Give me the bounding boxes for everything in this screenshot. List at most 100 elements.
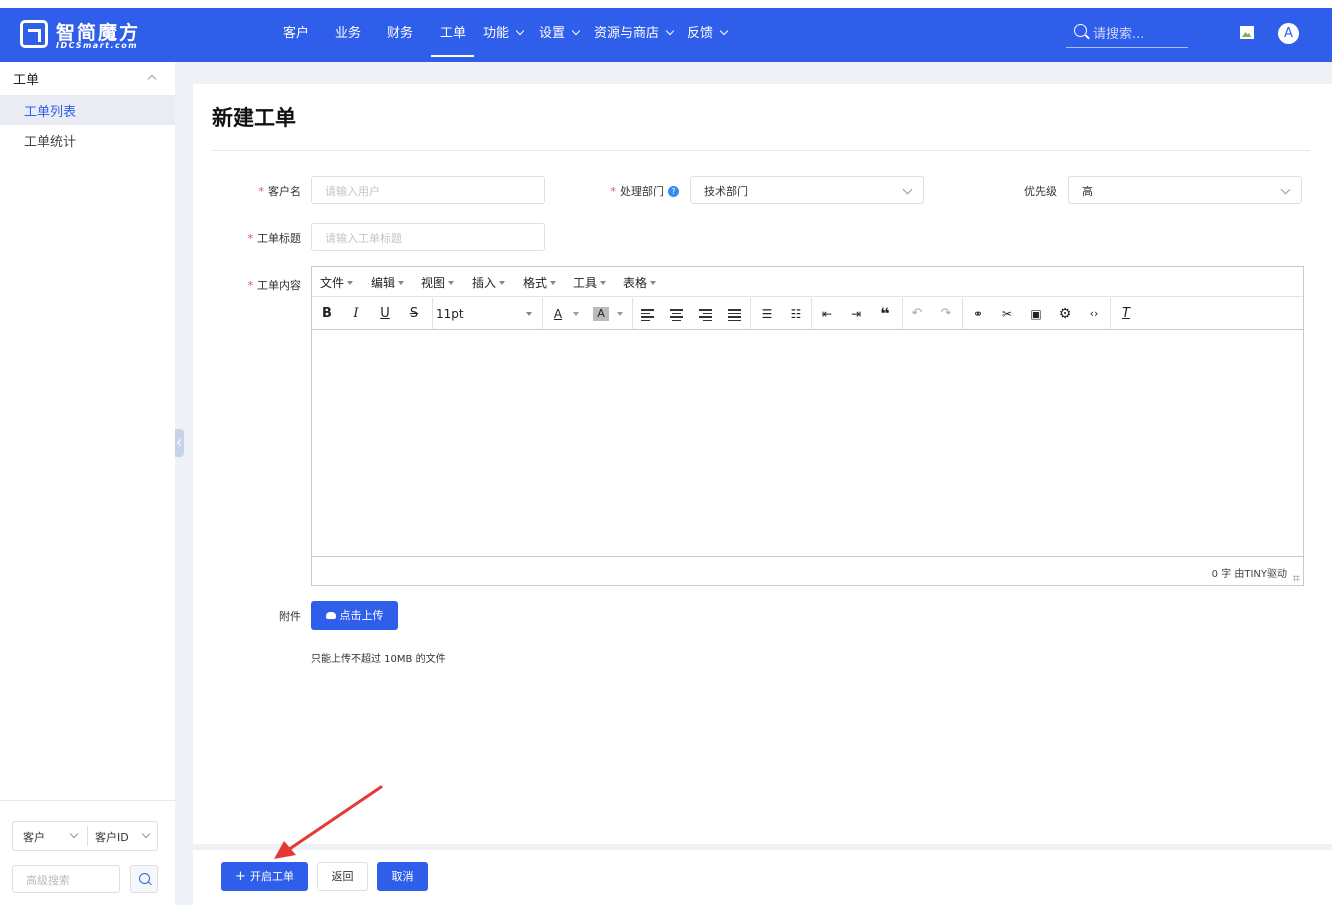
chevron-up-icon: [147, 74, 157, 84]
search-icon: [139, 873, 150, 884]
priority-value: 高: [1082, 185, 1093, 198]
rich-text-editor[interactable]: 文件 编辑 视图 插入 格式 工具 表格 B I U S 11pt A A ☰ …: [311, 266, 1304, 586]
chevron-down-icon[interactable]: [573, 312, 579, 316]
strikethrough-icon[interactable]: S: [405, 302, 423, 326]
editor-toolbar: B I U S 11pt A A ☰ ☷ ⇤ ⇥ ❝ ↶ ↷ ⚭ ✂ ▣ ⚙ ‹…: [312, 298, 1303, 330]
align-left-icon[interactable]: [641, 309, 654, 323]
form-actions: + 开启工单 返回 取消: [193, 850, 1332, 905]
top-navbar: 智简魔方 IDCSmart.com 客户 业务 财务 工单 功能 设置 资源与商…: [0, 8, 1332, 62]
nav-resources-store[interactable]: 资源与商店: [594, 22, 675, 41]
source-code-icon[interactable]: ‹›: [1085, 302, 1103, 326]
menu-insert[interactable]: 插入: [472, 274, 506, 291]
subject-input[interactable]: 请输入工单标题: [311, 223, 545, 251]
italic-icon[interactable]: I: [347, 302, 365, 326]
content-label: * 工单内容: [247, 279, 302, 292]
menu-view[interactable]: 视图: [421, 274, 455, 291]
sidebar-group-label: 工单: [13, 73, 40, 88]
unlink-icon[interactable]: ✂: [998, 302, 1016, 326]
gear-icon[interactable]: ⚙: [1056, 302, 1074, 326]
nav-feedback[interactable]: 反馈: [687, 22, 729, 41]
image-icon[interactable]: ▣: [1027, 302, 1045, 326]
plus-icon: +: [235, 869, 246, 884]
logo[interactable]: 智简魔方 IDCSmart.com: [20, 18, 150, 54]
chevron-down-icon: [571, 26, 581, 36]
customer-input[interactable]: 请输入用户: [311, 176, 545, 204]
cloud-upload-icon: [325, 612, 336, 619]
clear-formatting-icon[interactable]: T: [1117, 302, 1135, 326]
nav-active-indicator: [431, 55, 474, 57]
chevron-down-icon[interactable]: [617, 312, 623, 316]
nav-finance[interactable]: 财务: [387, 22, 413, 41]
department-label: * 处理部门?: [603, 183, 679, 199]
nav-settings[interactable]: 设置: [539, 22, 581, 41]
bold-icon[interactable]: B: [318, 302, 336, 326]
divider: [962, 298, 963, 329]
font-size-select[interactable]: 11pt: [436, 302, 536, 326]
sidebar-group-ticket[interactable]: 工单: [0, 62, 175, 94]
cancel-button[interactable]: 取消: [377, 862, 428, 891]
search-input[interactable]: 请搜索...: [1093, 23, 1144, 42]
text-color-icon[interactable]: A: [549, 302, 567, 326]
align-justify-icon[interactable]: [728, 309, 741, 323]
chevron-down-icon: [141, 829, 151, 839]
page-title: 新建工单: [212, 106, 296, 130]
filter-field-select[interactable]: 客户ID: [95, 829, 129, 845]
help-icon[interactable]: ?: [668, 186, 679, 197]
priority-label: 优先级: [1024, 185, 1057, 198]
sidebar-item-ticket-stats[interactable]: 工单统计: [0, 125, 175, 155]
chevron-down-icon: [902, 184, 913, 195]
chevron-down-icon: [69, 829, 79, 839]
sidebar-item-ticket-list[interactable]: 工单列表: [0, 95, 175, 125]
divider: [212, 150, 1310, 151]
language-flag-icon[interactable]: [1240, 26, 1254, 39]
undo-icon[interactable]: ↶: [908, 302, 926, 326]
menu-table[interactable]: 表格: [623, 274, 657, 291]
sidebar-collapse-handle[interactable]: [175, 429, 184, 457]
chevron-down-icon: [1280, 184, 1291, 195]
bullet-list-icon[interactable]: ☰: [758, 302, 776, 326]
chevron-down-icon: [515, 26, 525, 36]
upload-tip: 只能上传不超过 10MB 的文件: [311, 654, 446, 665]
editor-menubar: 文件 编辑 视图 插入 格式 工具 表格: [312, 267, 1303, 297]
align-right-icon[interactable]: [699, 309, 712, 323]
nav-functions[interactable]: 功能: [483, 22, 525, 41]
blockquote-icon[interactable]: ❝: [876, 302, 894, 326]
priority-select[interactable]: 高: [1068, 176, 1302, 204]
department-value: 技术部门: [704, 185, 748, 198]
new-ticket-card: 新建工单 * 客户名 请输入用户 * 处理部门? 技术部门 优先级 高 * 工单标题 …: [193, 84, 1332, 844]
underline-icon[interactable]: U: [376, 302, 394, 326]
redo-icon[interactable]: ↷: [937, 302, 955, 326]
background-color-icon[interactable]: A: [593, 307, 609, 321]
advanced-search-input[interactable]: 高级搜索: [12, 865, 120, 893]
search-filter-select[interactable]: 客户 客户ID: [12, 821, 158, 851]
numbered-list-icon[interactable]: ☷: [787, 302, 805, 326]
advanced-search-button[interactable]: [130, 865, 158, 893]
back-button[interactable]: 返回: [317, 862, 368, 891]
resize-handle-icon[interactable]: [1293, 575, 1300, 582]
word-count: 0 字 由TINY驱动: [1211, 569, 1287, 580]
nav-business[interactable]: 业务: [335, 22, 361, 41]
nav-ticket[interactable]: 工单: [440, 22, 466, 41]
editor-content-area[interactable]: [312, 331, 1303, 556]
menu-file[interactable]: 文件: [320, 274, 354, 291]
customer-label: * 客户名: [258, 185, 302, 198]
outdent-icon[interactable]: ⇤: [818, 302, 836, 326]
upload-button[interactable]: 点击上传: [311, 601, 398, 630]
chevron-down-icon: [719, 26, 729, 36]
department-select[interactable]: 技术部门: [690, 176, 924, 204]
menu-tools[interactable]: 工具: [573, 274, 607, 291]
chevron-down-icon: [665, 26, 675, 36]
nav-customer[interactable]: 客户: [283, 22, 309, 41]
divider: [811, 298, 812, 329]
link-icon[interactable]: ⚭: [969, 302, 987, 326]
divider: [87, 826, 88, 846]
indent-icon[interactable]: ⇥: [847, 302, 865, 326]
menu-format[interactable]: 格式: [523, 274, 557, 291]
global-search[interactable]: 请搜索...: [1066, 20, 1188, 48]
divider: [902, 298, 903, 329]
user-avatar[interactable]: A: [1278, 23, 1299, 44]
open-ticket-button[interactable]: + 开启工单: [221, 862, 308, 891]
menu-edit[interactable]: 编辑: [371, 274, 405, 291]
filter-type-select[interactable]: 客户: [23, 829, 45, 845]
align-center-icon[interactable]: [670, 309, 683, 323]
